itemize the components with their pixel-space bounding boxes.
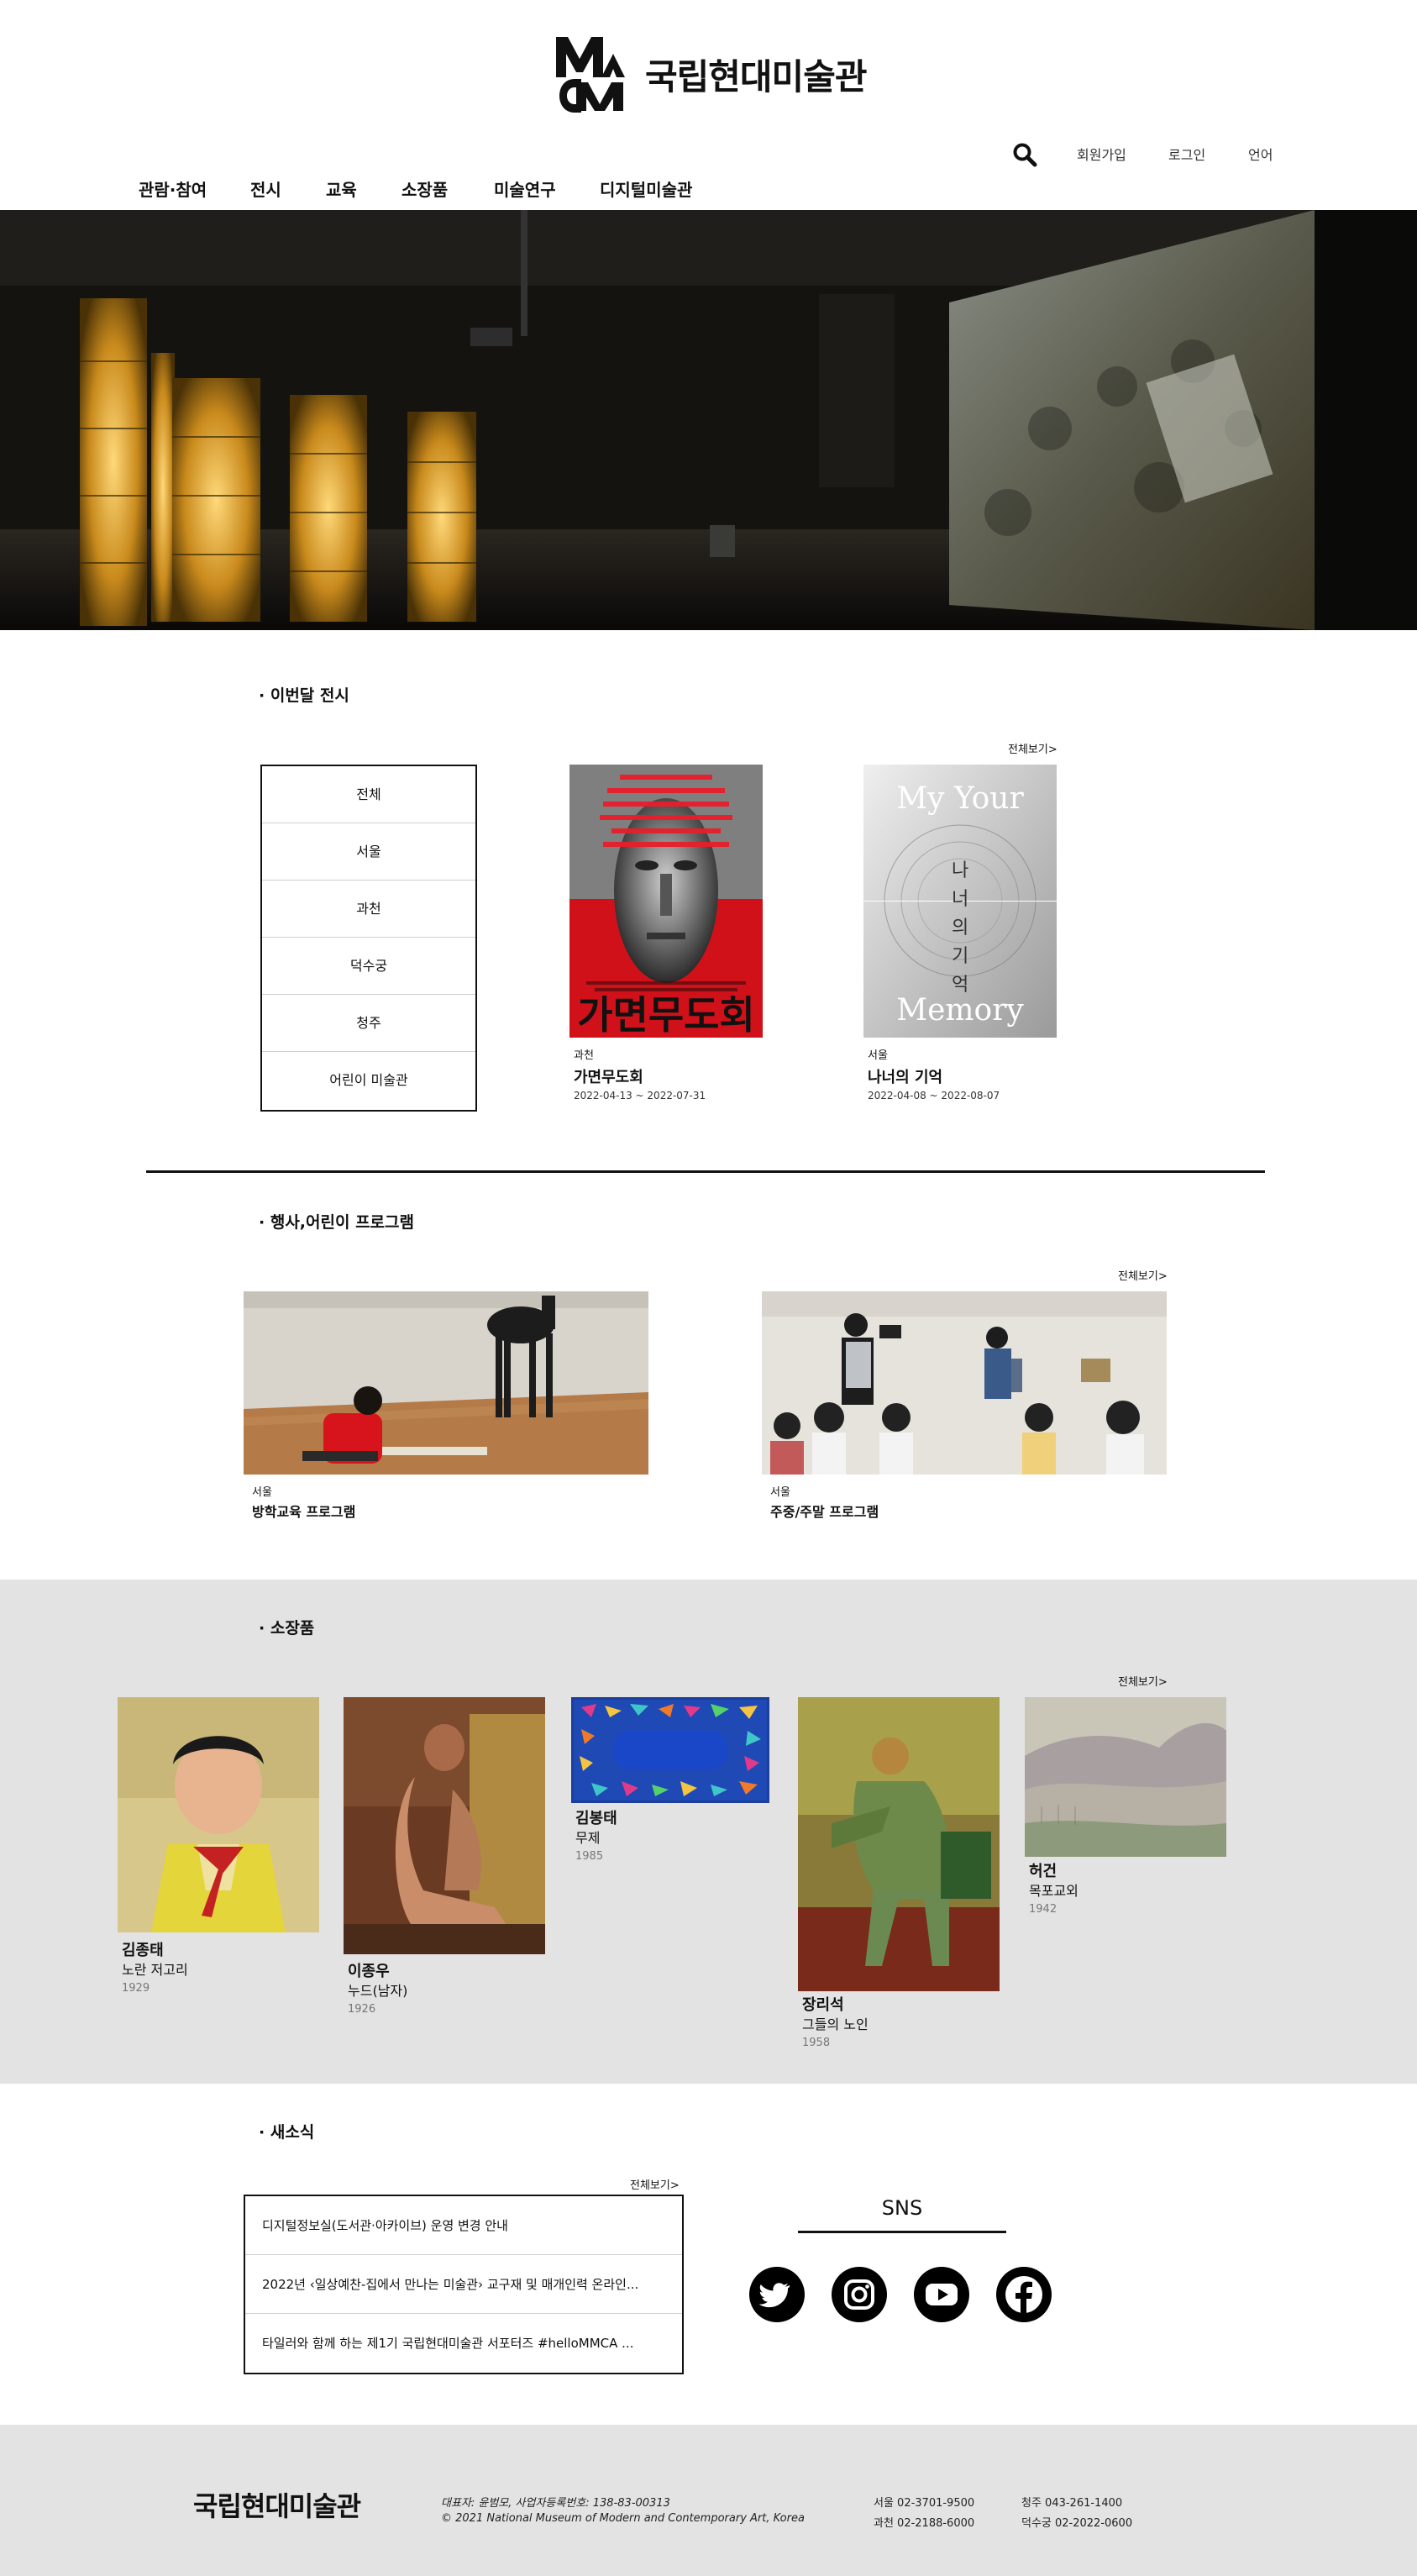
artwork-title[interactable]: 누드(남자): [348, 1979, 407, 2000]
search-icon[interactable]: [1011, 141, 1038, 168]
join-link[interactable]: 회원가입: [1077, 144, 1126, 164]
region-item-childrens-museum[interactable]: 어린이 미술관: [262, 1052, 475, 1109]
news-item[interactable]: 2022년 ‹일상예찬-집에서 만나는 미술관› 교구재 및 매개인력 온라인.…: [245, 2255, 682, 2314]
exhibition-date: 2022-04-13 ~ 2022-07-31: [574, 1090, 706, 1101]
exhibition-poster-masquerade[interactable]: 가면무도회: [569, 765, 763, 1038]
login-link[interactable]: 로그인: [1168, 144, 1205, 164]
facebook-icon[interactable]: [996, 2267, 1052, 2322]
poster-char: 기: [952, 946, 969, 967]
artwork-artist: 허건: [1029, 1863, 1058, 1880]
poster-title-text: 가면무도회: [577, 992, 755, 1038]
programs-view-all-link[interactable]: 전체보기>: [1118, 1267, 1168, 1283]
artwork-artist: 이종우: [348, 1963, 390, 1980]
artwork-title[interactable]: 목포교외: [1029, 1879, 1078, 1900]
poster-title-en-top: My Your: [896, 781, 1024, 816]
sns-underline: [798, 2231, 1006, 2233]
artwork-year: 1958: [802, 2037, 831, 2049]
region-item-cheongju[interactable]: 청주: [262, 995, 475, 1052]
footer-company-info: 대표자: 윤범모, 사업자등록번호: 138-83-00313: [441, 2497, 670, 2510]
exhibition-title[interactable]: 나너의 기억: [868, 1065, 942, 1087]
artwork-image-old-man[interactable]: [798, 1697, 1000, 1991]
nav-item-visit[interactable]: 관람·참여: [139, 176, 207, 201]
nav-item-exhibitions[interactable]: 전시: [250, 176, 281, 201]
artwork-image-nude-male[interactable]: [344, 1697, 545, 1954]
exhibitions-view-all-link[interactable]: 전체보기>: [1008, 740, 1058, 756]
exhibition-date: 2022-04-08 ~ 2022-08-07: [868, 1090, 1000, 1101]
nav-item-collection[interactable]: 소장품: [401, 176, 448, 201]
poster-char: 의: [952, 917, 969, 938]
artwork-artist: 장리석: [802, 1996, 844, 2014]
exhibition-poster-memory[interactable]: My Your 나 너 의 기 억 Memory: [863, 765, 1057, 1038]
collection-section-title: · 소장품: [259, 1619, 315, 1638]
footer-phone-deoksugung: 덕수궁 02-2022-0600: [1021, 2517, 1133, 2530]
artwork-artist: 김봉태: [575, 1810, 617, 1827]
artwork-image-yellow-jeogori[interactable]: [118, 1697, 319, 1932]
poster-char: 나: [952, 860, 969, 881]
program-title[interactable]: 주중/주말 프로그램: [770, 1501, 879, 1521]
footer-phone-gwacheon: 과천 02-2188-6000: [874, 2517, 975, 2530]
news-view-all-link[interactable]: 전체보기>: [630, 2176, 680, 2192]
artwork-title[interactable]: 노란 저고리: [122, 1958, 188, 1979]
exhibition-title[interactable]: 가면무도회: [574, 1065, 643, 1087]
brand-name[interactable]: 국립현대미술관: [645, 49, 867, 100]
nav-item-education[interactable]: 교육: [326, 176, 357, 201]
exhibitions-section-title: · 이번달 전시: [259, 686, 349, 705]
news-item[interactable]: 타일러와 함께 하는 제1기 국립현대미술관 서포터즈 #helloMMCA .…: [245, 2314, 682, 2373]
mmca-logo-icon[interactable]: [551, 34, 628, 114]
artwork-year: 1985: [575, 1850, 604, 1863]
poster-char: 너: [952, 889, 969, 910]
footer-copyright: © 2021 National Museum of Modern and Con…: [441, 2512, 805, 2525]
instagram-icon[interactable]: [832, 2267, 887, 2322]
news-item[interactable]: 디지털정보실(도서관·아카이브) 운영 변경 안내: [245, 2196, 682, 2255]
youtube-icon[interactable]: [914, 2267, 969, 2322]
nav-item-digital-museum[interactable]: 디지털미술관: [600, 176, 692, 201]
artwork-year: 1929: [122, 1982, 150, 1995]
programs-section-title: · 행사,어린이 프로그램: [259, 1213, 414, 1232]
artwork-artist: 김종태: [122, 1942, 164, 1959]
footer-phone-seoul: 서울 02-3701-9500: [874, 2497, 975, 2510]
exhibition-venue: 과천: [574, 1049, 594, 1062]
region-item-all[interactable]: 전체: [262, 766, 475, 823]
poster-title-en-bottom: Memory: [896, 993, 1024, 1028]
region-item-gwacheon[interactable]: 과천: [262, 881, 475, 938]
program-title[interactable]: 방학교육 프로그램: [252, 1501, 355, 1521]
news-list: 디지털정보실(도서관·아카이브) 운영 변경 안내 2022년 ‹일상예찬-집에…: [244, 2195, 684, 2374]
program-venue: 서울: [770, 1486, 790, 1499]
collection-view-all-link[interactable]: 전체보기>: [1118, 1673, 1168, 1689]
news-section-title: · 새소식: [259, 2123, 315, 2142]
program-venue: 서울: [252, 1486, 272, 1499]
region-item-seoul[interactable]: 서울: [262, 823, 475, 881]
footer-brand[interactable]: 국립현대미술관: [193, 2485, 361, 2524]
artwork-image-untitled[interactable]: [571, 1697, 769, 1803]
artwork-title[interactable]: 무제: [575, 1827, 600, 1847]
artwork-year: 1942: [1029, 1903, 1058, 1916]
site-header: 국립현대미술관 회원가입 로그인 언어 관람·참여 전시 교육 소장품 미술연구…: [0, 0, 1417, 210]
program-image-vacation[interactable]: [244, 1291, 648, 1475]
artwork-image-mokpo-suburb[interactable]: [1025, 1697, 1226, 1857]
sns-title: SNS: [881, 2196, 923, 2220]
nav-item-research[interactable]: 미술연구: [494, 176, 556, 201]
program-image-weekday-weekend[interactable]: [762, 1291, 1167, 1475]
language-link[interactable]: 언어: [1248, 144, 1273, 164]
twitter-icon[interactable]: [749, 2267, 805, 2322]
artwork-year: 1926: [348, 2003, 376, 2016]
region-item-deoksugung[interactable]: 덕수궁: [262, 938, 475, 995]
footer-phone-cheongju: 청주 043-261-1400: [1021, 2497, 1123, 2510]
section-divider: [146, 1170, 1265, 1173]
hero-banner-image[interactable]: [0, 210, 1417, 630]
region-filter-list: 전체 서울 과천 덕수궁 청주 어린이 미술관: [260, 765, 477, 1112]
poster-title-kr: 나 너 의 기 억: [952, 857, 968, 1000]
exhibition-venue: 서울: [868, 1049, 888, 1062]
gallery-installation-image: [0, 210, 1417, 630]
artwork-title[interactable]: 그들의 노인: [802, 2013, 869, 2033]
